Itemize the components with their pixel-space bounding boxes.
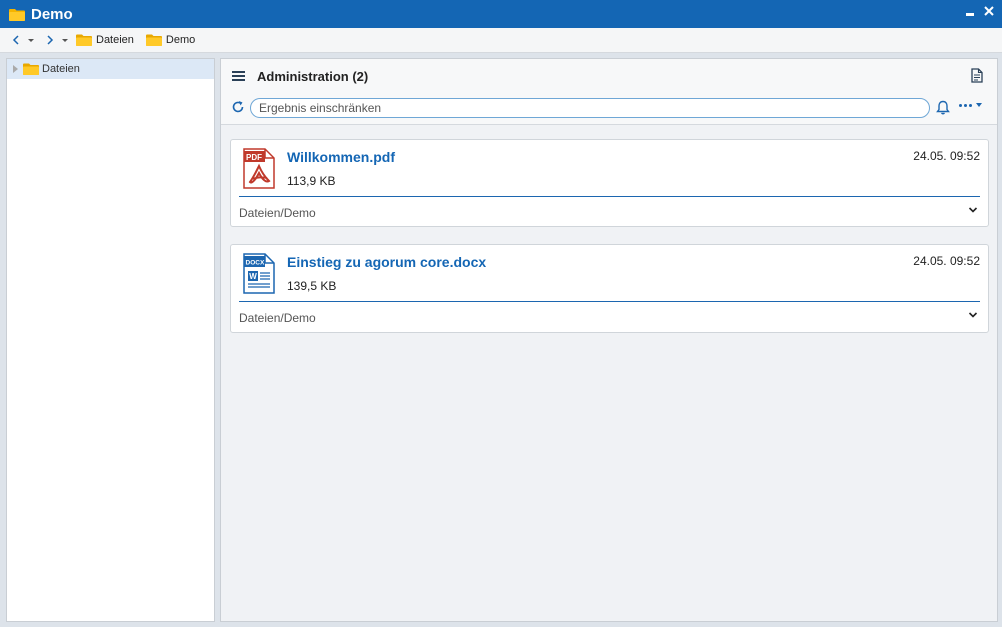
file-path: Dateien / Demo: [239, 206, 316, 220]
file-name-link[interactable]: Einstieg zu agorum core.docx: [287, 254, 486, 270]
file-name-link[interactable]: Willkommen.pdf: [287, 149, 395, 165]
breadcrumb-label: Demo: [165, 34, 196, 46]
path-segment[interactable]: Dateien: [239, 311, 280, 325]
folder-icon: [23, 63, 39, 75]
navigation-bar: Dateien Demo: [0, 28, 1002, 53]
breadcrumb-item-demo[interactable]: Demo: [145, 34, 196, 46]
chevron-right-icon: [47, 35, 54, 45]
bell-icon[interactable]: [936, 100, 950, 115]
path-segment[interactable]: Dateien: [239, 206, 280, 220]
folder-icon: [9, 8, 25, 21]
path-segment[interactable]: Demo: [284, 206, 316, 220]
file-date: 24.05. 09:52: [913, 254, 980, 268]
chevron-down-icon[interactable]: [968, 206, 978, 214]
back-button[interactable]: [12, 30, 36, 50]
card-divider: [239, 301, 980, 302]
expand-arrow-icon[interactable]: [13, 65, 18, 73]
refresh-icon[interactable]: [231, 100, 245, 114]
panel-header: Administration (2): [221, 59, 997, 125]
chevron-left-icon: [12, 35, 19, 45]
breadcrumb-item-dateien[interactable]: Dateien: [76, 34, 134, 46]
folder-icon: [145, 34, 162, 46]
file-date: 24.05. 09:52: [913, 149, 980, 163]
window-titlebar: Demo: [0, 0, 1002, 28]
menu-icon[interactable]: [232, 71, 245, 81]
panel-title: Administration (2): [257, 69, 369, 84]
close-icon[interactable]: [984, 6, 994, 16]
caret-down-icon[interactable]: [26, 35, 36, 45]
caret-down-icon: [976, 103, 982, 107]
forward-button[interactable]: [46, 30, 70, 50]
results-panel: Administration (2) PDF Willkommen.: [220, 58, 998, 622]
folder-tree-panel: Dateien: [6, 58, 215, 622]
caret-down-icon[interactable]: [60, 35, 70, 45]
docx-file-icon: DOCX W: [243, 253, 275, 294]
file-card[interactable]: PDF Willkommen.pdf 24.05. 09:52 113,9 KB…: [230, 139, 989, 227]
file-path: Dateien / Demo: [239, 311, 316, 325]
filter-input[interactable]: [250, 98, 930, 118]
pdf-file-icon: PDF: [243, 148, 275, 189]
path-segment[interactable]: Demo: [284, 311, 316, 325]
window-title: Demo: [31, 5, 73, 23]
card-divider: [239, 196, 980, 197]
tree-item-dateien[interactable]: Dateien: [7, 59, 214, 79]
file-size: 113,9 KB: [287, 174, 336, 188]
file-type-label: DOCX: [246, 260, 265, 267]
more-options-button[interactable]: [959, 103, 982, 107]
file-type-label: PDF: [246, 153, 262, 162]
file-card[interactable]: DOCX W Einstieg zu agorum core.docx 24.0…: [230, 244, 989, 333]
folder-icon: [76, 34, 92, 46]
minimize-button[interactable]: [966, 12, 974, 16]
chevron-down-icon[interactable]: [968, 311, 978, 319]
document-icon[interactable]: [971, 68, 983, 83]
file-size: 139,5 KB: [287, 279, 337, 293]
tree-item-label: Dateien: [42, 63, 80, 75]
svg-text:W: W: [249, 272, 257, 281]
breadcrumb-label: Dateien: [96, 34, 134, 46]
more-dots-icon: [959, 103, 972, 107]
